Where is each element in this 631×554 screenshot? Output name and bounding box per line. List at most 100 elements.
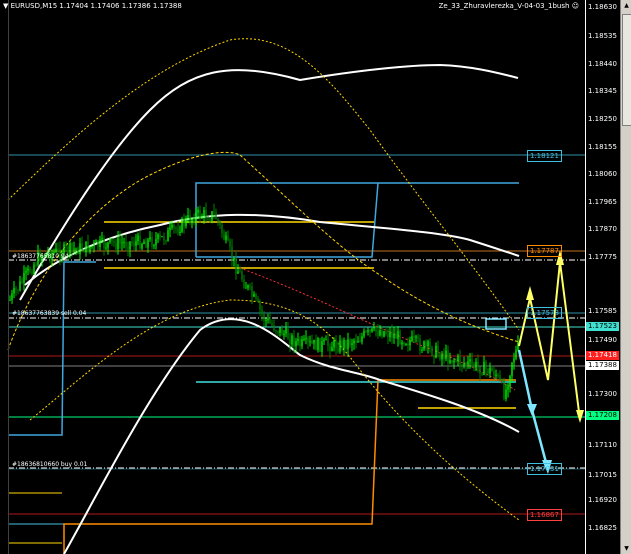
candle-body: [301, 339, 303, 347]
candle-body: [131, 241, 133, 244]
candle-body: [515, 349, 517, 359]
candle-body: [91, 246, 93, 248]
scroll-thumb[interactable]: [622, 14, 631, 126]
candle-body: [153, 245, 155, 247]
candle-body: [143, 241, 145, 244]
candle-body: [473, 364, 475, 368]
axis-tag-support: 1.17208: [586, 411, 619, 420]
candle-body: [259, 301, 261, 310]
candle-body: [181, 218, 183, 232]
candle-body: [427, 341, 429, 347]
price-chart[interactable]: [0, 0, 586, 554]
candle-body: [273, 324, 275, 331]
candle-body: [221, 224, 223, 234]
candle-body: [159, 234, 161, 237]
candle-body: [17, 289, 19, 291]
candle-body: [285, 328, 287, 334]
candle-body: [279, 327, 281, 333]
candle-body: [443, 354, 445, 359]
candle-body: [457, 356, 459, 362]
candle-body: [315, 339, 317, 351]
candle-body: [233, 257, 235, 260]
candle-body: [379, 330, 381, 336]
candle-body: [373, 326, 375, 329]
candle-body: [191, 218, 193, 223]
candle-body: [455, 360, 457, 362]
candle-body: [33, 264, 35, 274]
candle-body: [317, 338, 319, 351]
candle-body: [235, 257, 237, 274]
candle-body: [469, 359, 471, 362]
candle-body: [71, 243, 73, 249]
candle-body: [187, 215, 189, 219]
candle-body: [441, 354, 443, 360]
candle-body: [215, 212, 217, 220]
candle-body: [139, 235, 141, 249]
candle-body: [87, 241, 89, 252]
candle-body: [113, 241, 115, 243]
candle-body: [207, 218, 209, 221]
candle-body: [155, 239, 157, 246]
level-tag: 1.17787: [527, 245, 562, 257]
scroll-up-icon[interactable]: ▲: [621, 0, 631, 11]
order-annotation: #18637763839 sell 0.04: [12, 310, 87, 317]
price-tick: 1.17965: [588, 198, 617, 206]
candle-body: [133, 243, 135, 246]
candle-body: [367, 329, 369, 332]
candle-body: [383, 331, 385, 337]
candle-body: [451, 360, 453, 363]
candle-body: [459, 356, 461, 365]
candle-body: [189, 215, 191, 223]
scroll-down-icon[interactable]: ▼: [621, 543, 631, 554]
candle-body: [395, 333, 397, 339]
candle-body: [85, 241, 87, 253]
level-tag: 1.16867: [527, 509, 562, 521]
chart-window[interactable]: ▼ EURUSD,M15 1.17404 1.17406 1.17386 1.1…: [0, 0, 631, 554]
price-tick: 1.18535: [588, 32, 617, 40]
candle-body: [291, 335, 293, 345]
vertical-scrollbar[interactable]: ▲ ▼: [620, 0, 631, 554]
candle-body: [115, 242, 117, 250]
price-tick: 1.17015: [588, 471, 617, 479]
candle-body: [119, 238, 121, 244]
candle-body: [419, 338, 421, 351]
candle-body: [251, 286, 253, 297]
candle-body: [277, 331, 279, 333]
candle-body: [121, 242, 123, 244]
candle-body: [185, 218, 187, 226]
candle-body: [295, 340, 297, 347]
candle-body: [333, 339, 335, 348]
candle-body: [227, 235, 229, 241]
candle-body: [407, 343, 409, 346]
candle-body: [397, 331, 399, 339]
price-tick: 1.18250: [588, 115, 617, 123]
candle-body: [145, 241, 147, 248]
candle-body: [363, 331, 365, 337]
candle-body: [453, 360, 455, 363]
candle-body: [13, 288, 15, 294]
axis-tag-red: 1.17418: [586, 351, 619, 360]
candle-body: [247, 285, 249, 288]
candle-body: [271, 323, 273, 325]
candle-body: [287, 328, 289, 340]
price-tick: 1.18345: [588, 87, 617, 95]
candle-body: [97, 240, 99, 248]
axis-tag-current-price: 1.17388: [586, 361, 619, 370]
candle-body: [481, 373, 483, 375]
price-tick: 1.18440: [588, 60, 617, 68]
candle-body: [265, 320, 267, 322]
candle-body: [83, 250, 85, 253]
candle-body: [105, 247, 107, 249]
candle-body: [111, 238, 113, 242]
candle-body: [205, 209, 207, 219]
candle-body: [311, 341, 313, 344]
candle-body: [331, 347, 333, 352]
candle-body: [449, 360, 451, 363]
candle-body: [65, 244, 67, 247]
candle-body: [393, 333, 395, 339]
candle-body: [329, 345, 331, 352]
price-tick: 1.18630: [588, 3, 617, 11]
candle-body: [55, 248, 57, 252]
horizontal-levels: [8, 154, 586, 544]
candle-body: [401, 342, 403, 345]
